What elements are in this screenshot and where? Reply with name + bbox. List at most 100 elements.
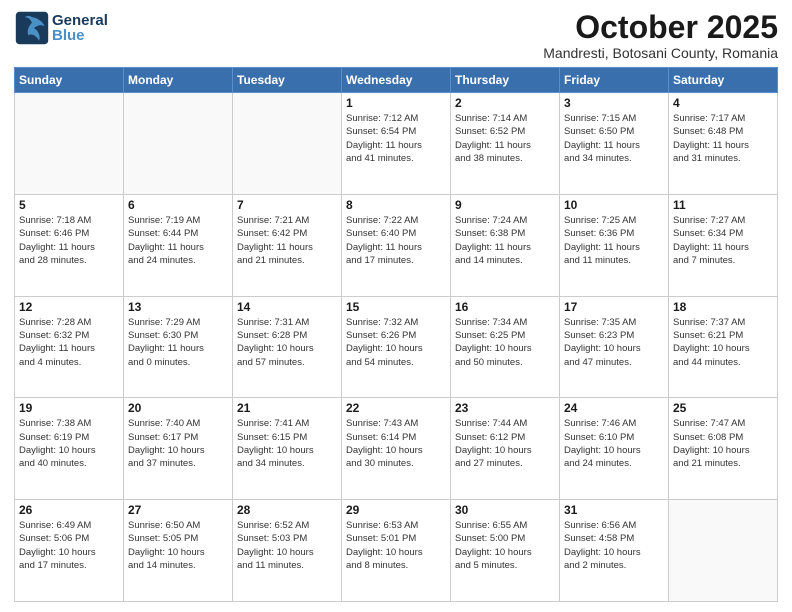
day-number: 18 <box>673 300 773 314</box>
day-number: 29 <box>346 503 446 517</box>
day-info: Sunrise: 7:28 AM Sunset: 6:32 PM Dayligh… <box>19 316 119 369</box>
day-number: 6 <box>128 198 228 212</box>
day-info: Sunrise: 7:17 AM Sunset: 6:48 PM Dayligh… <box>673 112 773 165</box>
day-number: 24 <box>564 401 664 415</box>
calendar-cell: 20 Sunrise: 7:40 AM Sunset: 6:17 PM Dayli… <box>124 398 233 500</box>
calendar-cell: 23Sunrise: 7:44 AM Sunset: 6:12 PM Dayli… <box>451 398 560 500</box>
calendar-cell: 13 Sunrise: 7:29 AM Sunset: 6:30 PM Dayli… <box>124 296 233 398</box>
calendar-cell: 5 Sunrise: 7:18 AM Sunset: 6:46 PM Daylig… <box>15 194 124 296</box>
calendar-cell: 1Sunrise: 7:12 AM Sunset: 6:54 PM Daylig… <box>342 93 451 195</box>
day-info: Sunrise: 7:24 AM Sunset: 6:38 PM Dayligh… <box>455 214 555 267</box>
calendar-cell: 25 Sunrise: 7:47 AM Sunset: 6:08 PM Dayli… <box>669 398 778 500</box>
calendar-cell: 6Sunrise: 7:19 AM Sunset: 6:44 PM Daylig… <box>124 194 233 296</box>
day-number: 14 <box>237 300 337 314</box>
calendar-week-row: 5 Sunrise: 7:18 AM Sunset: 6:46 PM Daylig… <box>15 194 778 296</box>
logo-general-text: General <box>52 13 108 28</box>
calendar-cell: 31Sunrise: 6:56 AM Sunset: 4:58 PM Dayli… <box>560 500 669 602</box>
day-number: 25 <box>673 401 773 415</box>
day-info: Sunrise: 7:43 AM Sunset: 6:14 PM Dayligh… <box>346 417 446 470</box>
day-info: Sunrise: 7:46 AM Sunset: 6:10 PM Dayligh… <box>564 417 664 470</box>
calendar-cell: 17 Sunrise: 7:35 AM Sunset: 6:23 PM Dayli… <box>560 296 669 398</box>
day-info: Sunrise: 7:35 AM Sunset: 6:23 PM Dayligh… <box>564 316 664 369</box>
calendar-cell <box>15 93 124 195</box>
day-info: Sunrise: 7:38 AM Sunset: 6:19 PM Dayligh… <box>19 417 119 470</box>
calendar-week-row: 19 Sunrise: 7:38 AM Sunset: 6:19 PM Dayli… <box>15 398 778 500</box>
day-number: 11 <box>673 198 773 212</box>
day-info: Sunrise: 6:49 AM Sunset: 5:06 PM Dayligh… <box>19 519 119 572</box>
day-info: Sunrise: 6:56 AM Sunset: 4:58 PM Dayligh… <box>564 519 664 572</box>
day-info: Sunrise: 7:29 AM Sunset: 6:30 PM Dayligh… <box>128 316 228 369</box>
day-number: 13 <box>128 300 228 314</box>
weekday-header: Sunday <box>15 68 124 93</box>
day-info: Sunrise: 7:32 AM Sunset: 6:26 PM Dayligh… <box>346 316 446 369</box>
day-number: 3 <box>564 96 664 110</box>
day-number: 27 <box>128 503 228 517</box>
day-number: 7 <box>237 198 337 212</box>
calendar-cell: 2 Sunrise: 7:14 AM Sunset: 6:52 PM Daylig… <box>451 93 560 195</box>
title-section: October 2025 Mandresti, Botosani County,… <box>543 10 778 61</box>
calendar-cell: 14Sunrise: 7:31 AM Sunset: 6:28 PM Dayli… <box>233 296 342 398</box>
day-number: 17 <box>564 300 664 314</box>
day-number: 28 <box>237 503 337 517</box>
calendar-cell: 18 Sunrise: 7:37 AM Sunset: 6:21 PM Dayli… <box>669 296 778 398</box>
calendar-cell: 19 Sunrise: 7:38 AM Sunset: 6:19 PM Dayli… <box>15 398 124 500</box>
calendar-cell: 12 Sunrise: 7:28 AM Sunset: 6:32 PM Dayli… <box>15 296 124 398</box>
logo-icon <box>14 10 50 46</box>
day-number: 9 <box>455 198 555 212</box>
day-info: Sunrise: 7:34 AM Sunset: 6:25 PM Dayligh… <box>455 316 555 369</box>
calendar-cell: 15 Sunrise: 7:32 AM Sunset: 6:26 PM Dayli… <box>342 296 451 398</box>
day-info: Sunrise: 7:21 AM Sunset: 6:42 PM Dayligh… <box>237 214 337 267</box>
calendar-table: SundayMondayTuesdayWednesdayThursdayFrid… <box>14 67 778 602</box>
day-info: Sunrise: 7:40 AM Sunset: 6:17 PM Dayligh… <box>128 417 228 470</box>
day-info: Sunrise: 6:55 AM Sunset: 5:00 PM Dayligh… <box>455 519 555 572</box>
calendar-cell: 24 Sunrise: 7:46 AM Sunset: 6:10 PM Dayli… <box>560 398 669 500</box>
calendar-cell: 9 Sunrise: 7:24 AM Sunset: 6:38 PM Daylig… <box>451 194 560 296</box>
calendar-cell: 26 Sunrise: 6:49 AM Sunset: 5:06 PM Dayli… <box>15 500 124 602</box>
weekday-header: Monday <box>124 68 233 93</box>
calendar-cell: 22 Sunrise: 7:43 AM Sunset: 6:14 PM Dayli… <box>342 398 451 500</box>
day-number: 4 <box>673 96 773 110</box>
weekday-header: Saturday <box>669 68 778 93</box>
calendar-cell <box>124 93 233 195</box>
day-info: Sunrise: 7:44 AM Sunset: 6:12 PM Dayligh… <box>455 417 555 470</box>
calendar-week-row: 1Sunrise: 7:12 AM Sunset: 6:54 PM Daylig… <box>15 93 778 195</box>
day-number: 20 <box>128 401 228 415</box>
calendar-cell <box>233 93 342 195</box>
day-info: Sunrise: 7:15 AM Sunset: 6:50 PM Dayligh… <box>564 112 664 165</box>
day-info: Sunrise: 7:25 AM Sunset: 6:36 PM Dayligh… <box>564 214 664 267</box>
day-number: 21 <box>237 401 337 415</box>
calendar-week-row: 26 Sunrise: 6:49 AM Sunset: 5:06 PM Dayli… <box>15 500 778 602</box>
page: General Blue October 2025 Mandresti, Bot… <box>0 0 792 612</box>
weekday-header: Thursday <box>451 68 560 93</box>
day-number: 5 <box>19 198 119 212</box>
day-number: 30 <box>455 503 555 517</box>
weekday-header: Tuesday <box>233 68 342 93</box>
day-number: 19 <box>19 401 119 415</box>
calendar-cell: 7 Sunrise: 7:21 AM Sunset: 6:42 PM Daylig… <box>233 194 342 296</box>
day-info: Sunrise: 7:22 AM Sunset: 6:40 PM Dayligh… <box>346 214 446 267</box>
day-info: Sunrise: 7:37 AM Sunset: 6:21 PM Dayligh… <box>673 316 773 369</box>
calendar-cell: 16 Sunrise: 7:34 AM Sunset: 6:25 PM Dayli… <box>451 296 560 398</box>
calendar-cell: 8 Sunrise: 7:22 AM Sunset: 6:40 PM Daylig… <box>342 194 451 296</box>
day-info: Sunrise: 7:12 AM Sunset: 6:54 PM Dayligh… <box>346 112 446 165</box>
header: General Blue October 2025 Mandresti, Bot… <box>14 10 778 61</box>
day-number: 26 <box>19 503 119 517</box>
day-number: 12 <box>19 300 119 314</box>
day-info: Sunrise: 7:18 AM Sunset: 6:46 PM Dayligh… <box>19 214 119 267</box>
calendar-cell: 10Sunrise: 7:25 AM Sunset: 6:36 PM Dayli… <box>560 194 669 296</box>
day-info: Sunrise: 7:47 AM Sunset: 6:08 PM Dayligh… <box>673 417 773 470</box>
calendar-header-row: SundayMondayTuesdayWednesdayThursdayFrid… <box>15 68 778 93</box>
day-number: 2 <box>455 96 555 110</box>
day-number: 8 <box>346 198 446 212</box>
calendar-cell: 11Sunrise: 7:27 AM Sunset: 6:34 PM Dayli… <box>669 194 778 296</box>
day-info: Sunrise: 7:41 AM Sunset: 6:15 PM Dayligh… <box>237 417 337 470</box>
day-info: Sunrise: 7:14 AM Sunset: 6:52 PM Dayligh… <box>455 112 555 165</box>
day-number: 15 <box>346 300 446 314</box>
calendar-week-row: 12 Sunrise: 7:28 AM Sunset: 6:32 PM Dayli… <box>15 296 778 398</box>
day-number: 16 <box>455 300 555 314</box>
weekday-header: Friday <box>560 68 669 93</box>
weekday-header: Wednesday <box>342 68 451 93</box>
day-info: Sunrise: 6:50 AM Sunset: 5:05 PM Dayligh… <box>128 519 228 572</box>
day-number: 22 <box>346 401 446 415</box>
month-title: October 2025 <box>543 10 778 45</box>
